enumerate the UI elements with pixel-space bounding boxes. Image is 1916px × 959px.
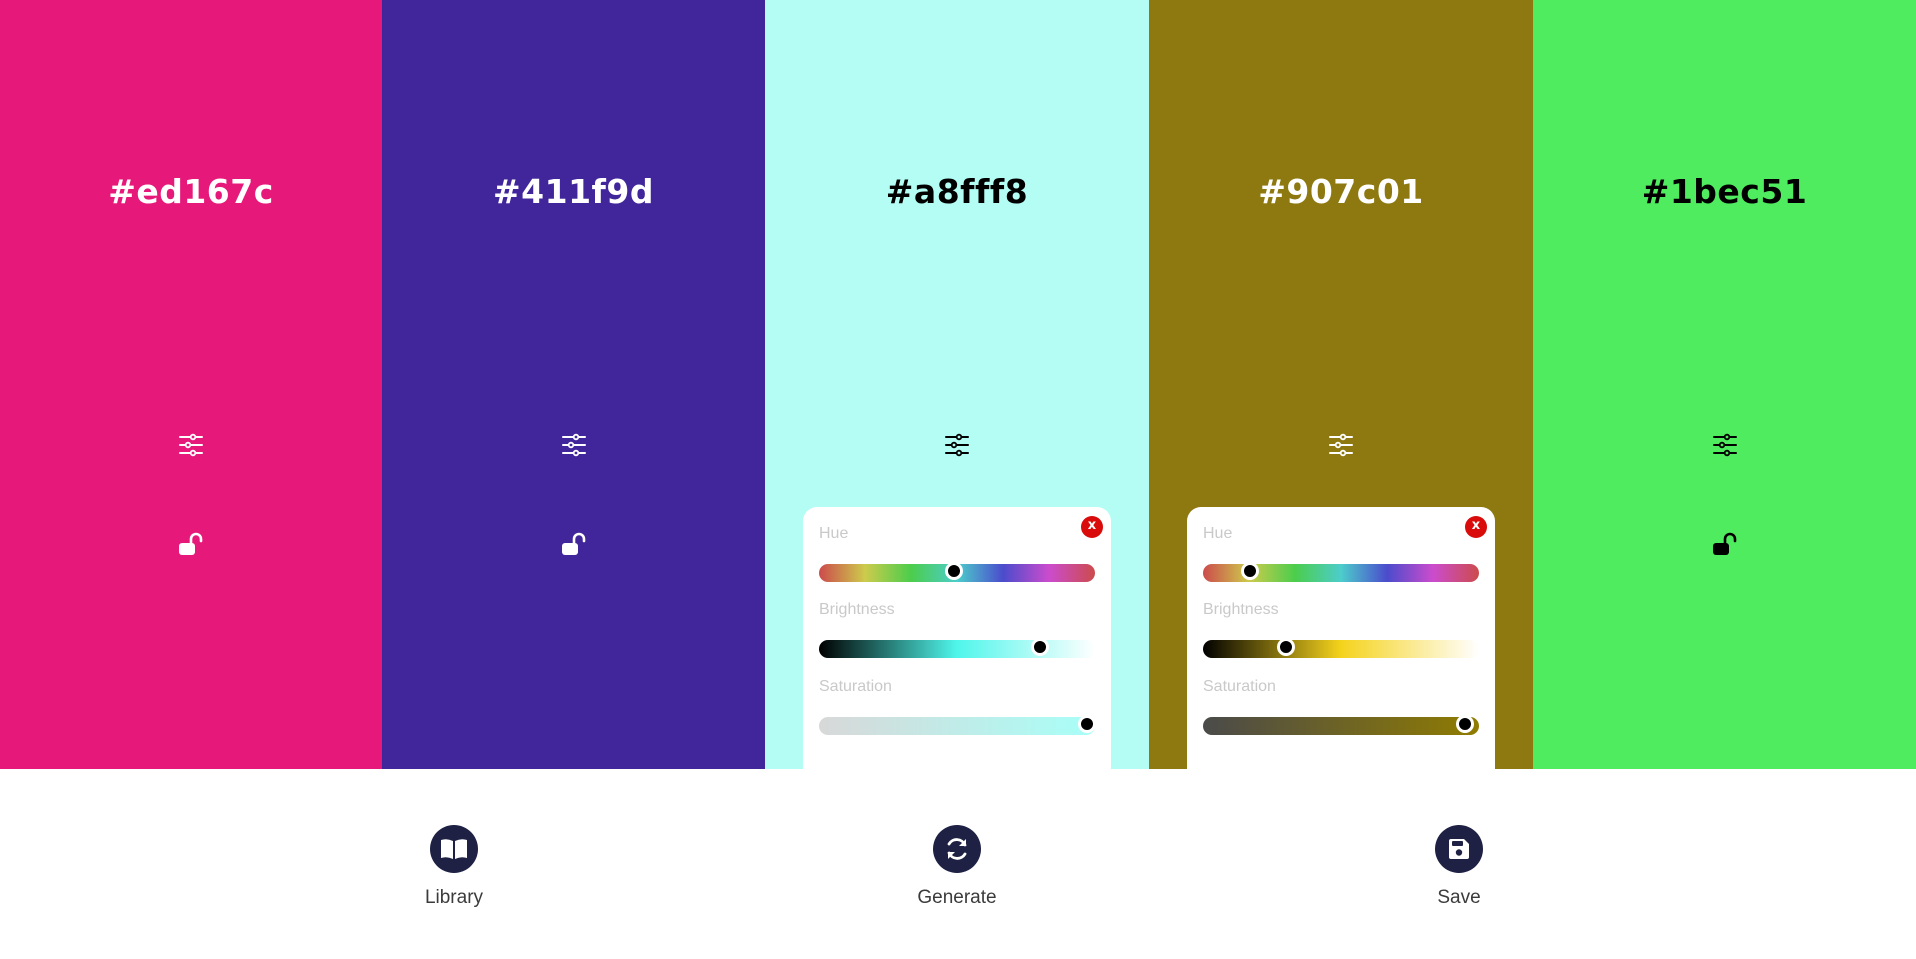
hex-code[interactable]: #a8fff8 (765, 172, 1149, 211)
bottom-toolbar: Library Generate Save (0, 769, 1916, 959)
close-icon[interactable]: x (1081, 516, 1103, 538)
brightness-label: Brightness (819, 601, 895, 618)
adjust-button[interactable] (559, 430, 589, 460)
hue-label: Hue (1203, 525, 1233, 542)
generate-button[interactable]: Generate (887, 825, 1027, 909)
hue-slider-handle[interactable] (1240, 562, 1259, 580)
adjust-button[interactable] (942, 430, 972, 460)
sliders-icon (945, 433, 969, 457)
unlocked-padlock-icon (1712, 532, 1736, 555)
brightness-slider-handle[interactable] (1276, 638, 1295, 656)
floppy-disk-icon (1449, 839, 1469, 859)
saturation-slider-handle[interactable] (1456, 715, 1475, 733)
close-icon[interactable]: x (1465, 516, 1487, 538)
adjustment-panel: x Hue Brightness Saturation (1187, 507, 1495, 769)
hue-slider[interactable] (819, 562, 1095, 582)
palette-columns: #ed167c #411f9d #a8fff8 x Hue Brightness… (0, 0, 1916, 769)
hue-label: Hue (819, 525, 849, 542)
saturation-label: Saturation (819, 678, 892, 695)
refresh-icon (947, 838, 967, 860)
hex-code[interactable]: #907c01 (1149, 172, 1533, 211)
save-button[interactable]: Save (1389, 825, 1529, 909)
hex-code[interactable]: #411f9d (382, 172, 765, 211)
library-icon-circle (430, 825, 478, 873)
brightness-slider-handle[interactable] (1030, 638, 1049, 656)
color-column-5: #1bec51 (1533, 0, 1916, 769)
color-column-3: #a8fff8 x Hue Brightness Saturation (765, 0, 1149, 769)
color-column-1: #ed167c (0, 0, 382, 769)
sliders-icon (179, 433, 203, 457)
brightness-label: Brightness (1203, 601, 1279, 618)
save-label: Save (1437, 887, 1481, 908)
adjustment-panel: x Hue Brightness Saturation (803, 507, 1111, 769)
saturation-slider-handle[interactable] (1077, 715, 1096, 733)
color-column-2: #411f9d (382, 0, 765, 769)
brightness-slider[interactable] (1203, 638, 1479, 658)
saturation-slider[interactable] (819, 715, 1096, 735)
saturation-label: Saturation (1203, 678, 1276, 695)
lock-button[interactable] (559, 530, 589, 560)
adjust-button[interactable] (1710, 430, 1740, 460)
unlocked-padlock-icon (561, 532, 585, 555)
library-button[interactable]: Library (384, 825, 524, 909)
adjust-button[interactable] (1326, 430, 1356, 460)
generate-icon-circle (933, 825, 981, 873)
sliders-icon (1329, 433, 1353, 457)
saturation-slider[interactable] (1203, 715, 1479, 735)
unlocked-padlock-icon (179, 532, 203, 555)
hex-code[interactable]: #ed167c (0, 172, 382, 211)
lock-button[interactable] (1710, 530, 1740, 560)
color-column-4: #907c01 x Hue Brightness Saturation (1149, 0, 1533, 769)
sliders-icon (561, 433, 586, 457)
adjust-button[interactable] (176, 430, 206, 460)
open-book-icon (441, 839, 467, 859)
save-icon-circle (1435, 825, 1483, 873)
brightness-slider[interactable] (819, 638, 1095, 658)
library-label: Library (424, 887, 484, 908)
hex-code[interactable]: #1bec51 (1533, 172, 1916, 211)
sliders-icon (1712, 433, 1737, 457)
hue-slider[interactable] (1203, 562, 1479, 582)
lock-button[interactable] (176, 530, 206, 560)
generate-label: Generate (917, 887, 997, 908)
hue-slider-handle[interactable] (945, 562, 964, 580)
